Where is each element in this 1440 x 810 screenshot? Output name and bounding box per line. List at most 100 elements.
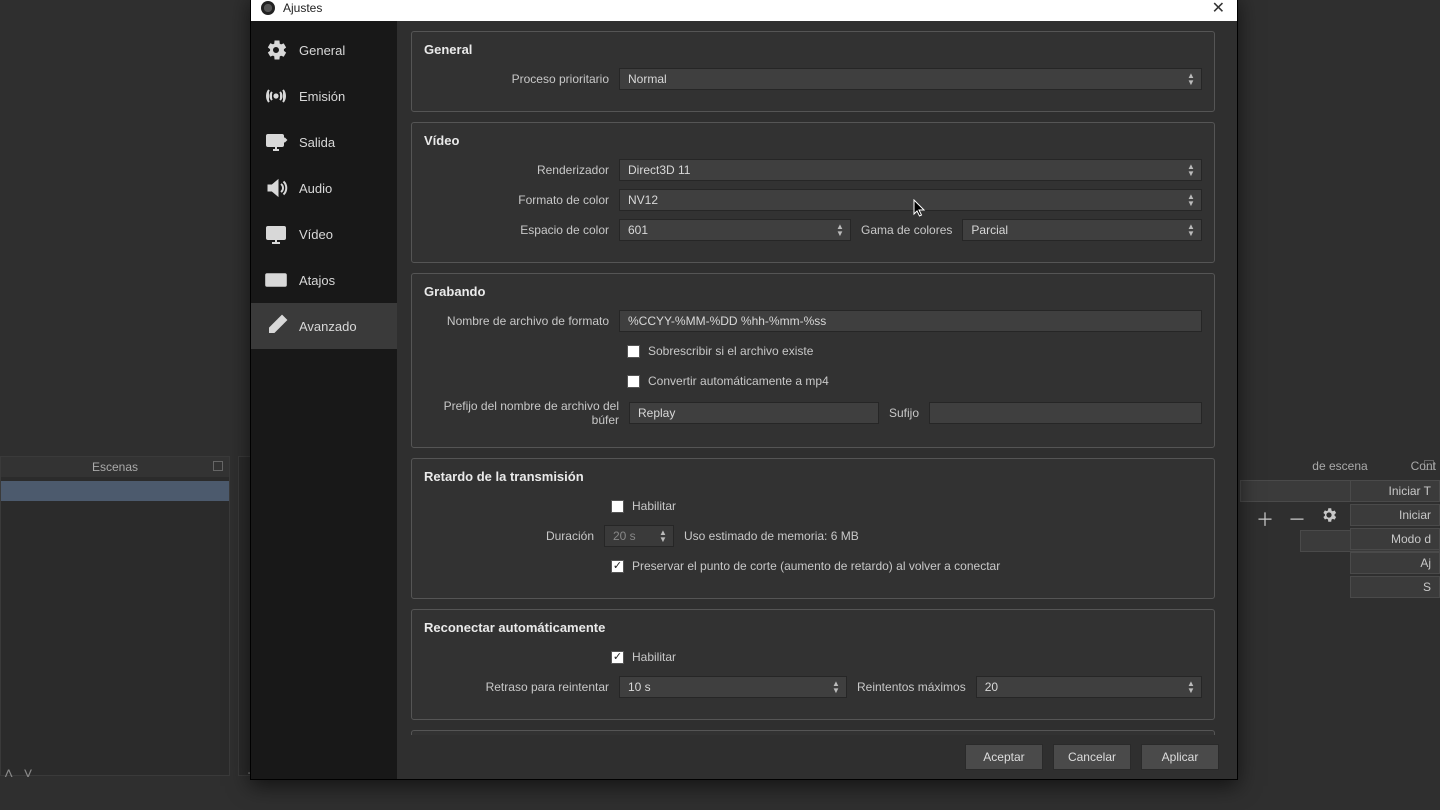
start-stream-button[interactable]: Iniciar T	[1350, 480, 1440, 502]
color-range-label: Gama de colores	[851, 223, 962, 237]
scenes-panel-title: Escenas	[1, 457, 229, 477]
scenes-panel: Escenas	[0, 456, 230, 776]
sidebar-item-label: Salida	[299, 135, 335, 150]
exit-button[interactable]: S	[1350, 576, 1440, 598]
delay-enable-checkbox[interactable]: Habilitar	[611, 499, 676, 513]
group-title: Vídeo	[424, 133, 1202, 148]
dialog-button-row: Aceptar Cancelar Aplicar	[397, 735, 1237, 779]
buffer-prefix-label: Prefijo del nombre de archivo del búfer	[424, 399, 629, 427]
filename-format-input[interactable]: %CCYY-%MM-%DD %hh-%mm-%ss	[619, 310, 1202, 332]
chevron-updown-icon: ▲▼	[834, 221, 846, 239]
plus-icon[interactable]: ＋	[1256, 506, 1274, 532]
color-space-combo[interactable]: 601 ▲▼	[619, 219, 851, 241]
sidebar-item-label: General	[299, 43, 345, 58]
group-stream-delay: Retardo de la transmisión Habilitar Dura…	[411, 458, 1215, 599]
renderer-label: Renderizador	[424, 163, 619, 177]
chevron-updown-icon: ▲▼	[1185, 161, 1197, 179]
scene-reorder-toolbar: ˄ ˅	[4, 766, 33, 784]
max-retries-spin[interactable]: 20 ▲▼	[976, 676, 1202, 698]
apply-button[interactable]: Aplicar	[1141, 744, 1219, 770]
keyboard-icon	[263, 267, 289, 293]
automux-checkbox[interactable]: Convertir automáticamente a mp4	[627, 374, 829, 388]
chevron-updown-icon: ▲▼	[657, 527, 669, 545]
group-title: Reconectar automáticamente	[424, 620, 1202, 635]
delay-preserve-checkbox[interactable]: Preservar el punto de corte (aumento de …	[611, 559, 1000, 573]
controls-panel-title: Cont	[1350, 456, 1440, 476]
group-general: General Proceso prioritario Normal ▲▼	[411, 31, 1215, 112]
scenes-title-text: Escenas	[92, 460, 138, 474]
minus-icon[interactable]: －	[1288, 506, 1306, 532]
checkbox-icon	[627, 375, 640, 388]
reconnect-enable-checkbox[interactable]: Habilitar	[611, 650, 676, 664]
panel-pin-icon	[213, 461, 223, 471]
scene-transition-toolbar: ＋ －	[1256, 506, 1338, 532]
cancel-button[interactable]: Cancelar	[1053, 744, 1131, 770]
checkbox-icon	[611, 651, 624, 664]
sidebar-item-label: Avanzado	[299, 319, 357, 334]
chevron-updown-icon: ▲▼	[1185, 191, 1197, 209]
overwrite-checkbox[interactable]: Sobrescribir si el archivo existe	[627, 344, 813, 358]
ok-button[interactable]: Aceptar	[965, 744, 1043, 770]
sidebar-item-label: Vídeo	[299, 227, 333, 242]
delay-duration-label: Duración	[424, 529, 604, 543]
chevron-updown-icon: ▲▼	[1185, 70, 1197, 88]
gear-icon[interactable]	[1320, 506, 1338, 532]
monitor-out-icon	[263, 129, 289, 155]
max-retries-label: Reintentos máximos	[847, 680, 976, 694]
sidebar-item-hotkeys[interactable]: Atajos	[251, 257, 397, 303]
retry-delay-spin[interactable]: 10 s ▲▼	[619, 676, 847, 698]
dialog-title: Ajustes	[283, 1, 322, 15]
sidebar-item-label: Emisión	[299, 89, 345, 104]
group-reconnect: Reconectar automáticamente Habilitar Ret…	[411, 609, 1215, 720]
delay-memory-estimate: Uso estimado de memoria: 6 MB	[674, 529, 869, 543]
sidebar-item-general[interactable]: General	[251, 27, 397, 73]
buffer-prefix-input[interactable]: Replay	[629, 402, 879, 424]
chevron-updown-icon: ▲▼	[1185, 678, 1197, 696]
group-title: General	[424, 42, 1202, 57]
color-range-combo[interactable]: Parcial ▲▼	[962, 219, 1202, 241]
monitor-icon	[263, 221, 289, 247]
group-title: Retardo de la transmisión	[424, 469, 1202, 484]
speaker-icon	[263, 175, 289, 201]
sidebar-item-video[interactable]: Vídeo	[251, 211, 397, 257]
color-format-label: Formato de color	[424, 193, 619, 207]
settings-button[interactable]: Aj	[1350, 552, 1440, 574]
checkbox-icon	[611, 500, 624, 513]
delay-duration-spin[interactable]: 20 s ▲▼	[604, 525, 674, 547]
group-video: Vídeo Renderizador Direct3D 11 ▲▼ Format…	[411, 122, 1215, 263]
settings-sidebar: General Emisión Salida Audio	[251, 21, 397, 779]
group-title: Grabando	[424, 284, 1202, 299]
chevron-updown-icon: ▲▼	[1185, 221, 1197, 239]
settings-content[interactable]: General Proceso prioritario Normal ▲▼ Ví…	[397, 21, 1237, 735]
sidebar-item-audio[interactable]: Audio	[251, 165, 397, 211]
priority-combo[interactable]: Normal ▲▼	[619, 68, 1202, 90]
sidebar-item-label: Atajos	[299, 273, 335, 288]
checkbox-icon	[627, 345, 640, 358]
app-icon	[261, 1, 275, 15]
sidebar-item-output[interactable]: Salida	[251, 119, 397, 165]
settings-dialog: Ajustes ✕ General Emisión Sa	[250, 0, 1238, 780]
chevron-up-icon[interactable]: ˄	[4, 766, 13, 784]
buffer-suffix-label: Sufijo	[879, 406, 929, 420]
antenna-icon	[263, 83, 289, 109]
checkbox-icon	[611, 560, 624, 573]
chevron-updown-icon: ▲▼	[830, 678, 842, 696]
retry-delay-label: Retraso para reintentar	[424, 680, 619, 694]
start-record-button[interactable]: Iniciar	[1350, 504, 1440, 526]
color-format-combo[interactable]: NV12 ▲▼	[619, 189, 1202, 211]
selected-scene-row	[1, 481, 229, 501]
dialog-titlebar: Ajustes ✕	[251, 0, 1237, 21]
filename-format-label: Nombre de archivo de formato	[424, 314, 619, 328]
studio-mode-button[interactable]: Modo d	[1350, 528, 1440, 550]
color-space-label: Espacio de color	[424, 223, 619, 237]
close-icon[interactable]: ✕	[1206, 0, 1231, 18]
sidebar-item-label: Audio	[299, 181, 332, 196]
tools-icon	[263, 313, 289, 339]
group-recording: Grabando Nombre de archivo de formato %C…	[411, 273, 1215, 448]
sidebar-item-advanced[interactable]: Avanzado	[251, 303, 397, 349]
chevron-down-icon[interactable]: ˅	[23, 766, 32, 784]
renderer-combo[interactable]: Direct3D 11 ▲▼	[619, 159, 1202, 181]
sidebar-item-stream[interactable]: Emisión	[251, 73, 397, 119]
buffer-suffix-input[interactable]	[929, 402, 1202, 424]
gear-icon	[263, 37, 289, 63]
